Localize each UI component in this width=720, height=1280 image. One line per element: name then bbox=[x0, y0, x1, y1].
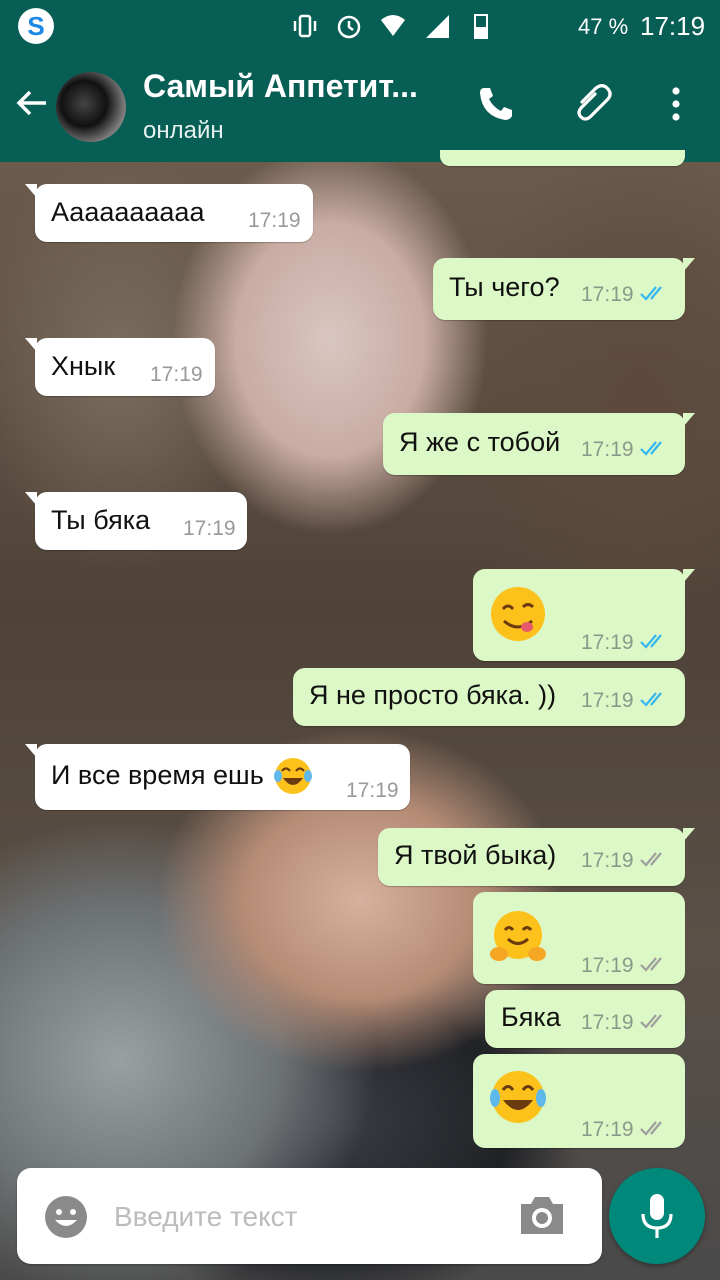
double-check-read-icon bbox=[640, 441, 662, 456]
avatar[interactable] bbox=[56, 72, 126, 142]
message-text: Бяка bbox=[501, 1002, 561, 1032]
message-time: 17:19 bbox=[581, 954, 634, 977]
message-incoming[interactable]: Ты бяка 17:19 bbox=[25, 492, 247, 550]
camera-icon[interactable] bbox=[517, 1192, 567, 1238]
double-check-delivered-icon bbox=[640, 1014, 662, 1029]
more-vert-icon[interactable] bbox=[654, 82, 698, 126]
message-incoming[interactable]: И все время ешь 17:19 bbox=[25, 744, 410, 810]
double-check-delivered-icon bbox=[640, 1121, 662, 1136]
message-outgoing[interactable]: Я твой быка) 17:19 bbox=[378, 828, 695, 886]
s-icon: S bbox=[18, 8, 54, 44]
message-incoming[interactable]: Аааааааааа 17:19 bbox=[25, 184, 313, 242]
message-time: 17:19 bbox=[183, 517, 236, 540]
message-text: Аааааааааа bbox=[51, 197, 205, 227]
message-input[interactable] bbox=[112, 1194, 496, 1240]
message-time: 17:19 bbox=[581, 689, 634, 712]
contact-status: онлайн bbox=[143, 117, 224, 144]
double-check-read-icon bbox=[640, 634, 662, 649]
alarm-icon bbox=[337, 15, 361, 39]
message-outgoing[interactable]: Я не просто бяка. )) 17:19 bbox=[293, 668, 685, 726]
joy-emoji bbox=[490, 1071, 546, 1123]
status-bar: S 47 % 17:19 bbox=[0, 0, 720, 52]
message-time: 17:19 bbox=[248, 209, 301, 232]
message-incoming[interactable]: Хнык 17:19 bbox=[25, 338, 215, 396]
message-text: Ты чего? bbox=[449, 272, 560, 302]
message-outgoing[interactable]: 17:19 bbox=[473, 1054, 685, 1148]
wifi-icon bbox=[381, 15, 405, 36]
message-time: 17:19 bbox=[581, 1011, 634, 1034]
message-time: 17:19 bbox=[581, 283, 634, 306]
phone-icon[interactable] bbox=[474, 82, 518, 126]
message-time: 17:19 bbox=[581, 631, 634, 654]
message-time: 17:19 bbox=[581, 849, 634, 872]
message-time: 17:19 bbox=[581, 1118, 634, 1141]
message-text: Ты бяка bbox=[51, 505, 151, 535]
message-outgoing[interactable]: 17:19 bbox=[473, 569, 695, 661]
message-outgoing[interactable]: Я же с тобой 17:19 bbox=[383, 413, 695, 475]
hug-face-emoji bbox=[490, 911, 546, 961]
paperclip-icon[interactable] bbox=[570, 82, 614, 126]
arrow-left-icon[interactable] bbox=[14, 85, 50, 121]
message-time: 17:19 bbox=[581, 438, 634, 461]
signal-icon bbox=[426, 15, 449, 38]
double-check-read-icon bbox=[640, 692, 662, 707]
message-text: Хнык bbox=[51, 351, 116, 381]
yum-face-emoji bbox=[491, 587, 545, 641]
battery-icon bbox=[474, 14, 488, 39]
mic-button[interactable] bbox=[609, 1168, 705, 1264]
message-time: 17:19 bbox=[346, 779, 399, 802]
double-check-delivered-icon bbox=[640, 957, 662, 972]
battery-percent: 47 % bbox=[578, 14, 629, 39]
vibrate-icon bbox=[293, 14, 317, 38]
message-outgoing[interactable]: Бяка 17:19 bbox=[485, 990, 685, 1048]
message-outgoing[interactable]: 17:19 bbox=[473, 892, 685, 984]
message-text: Я твой быка) bbox=[394, 840, 557, 870]
smiley-icon[interactable] bbox=[43, 1194, 89, 1240]
message-composer bbox=[17, 1168, 602, 1264]
mic-icon bbox=[641, 1194, 673, 1238]
status-time: 17:19 bbox=[640, 11, 706, 41]
contact-name[interactable]: Самый Аппетит... bbox=[143, 68, 443, 105]
double-check-delivered-icon bbox=[640, 852, 662, 867]
message-text: И все время ешь bbox=[51, 760, 264, 790]
message-text: Я не просто бяка. )) bbox=[309, 680, 557, 710]
double-check-read-icon bbox=[640, 286, 662, 301]
chat-header: Самый Аппетит... онлайн bbox=[0, 52, 720, 162]
message-text: Я же с тобой bbox=[399, 427, 561, 457]
message-time: 17:19 bbox=[150, 363, 203, 386]
joy-emoji bbox=[274, 758, 312, 794]
message-outgoing[interactable]: Ты чего? 17:19 bbox=[433, 258, 695, 320]
message-bubble-partial bbox=[440, 150, 685, 166]
